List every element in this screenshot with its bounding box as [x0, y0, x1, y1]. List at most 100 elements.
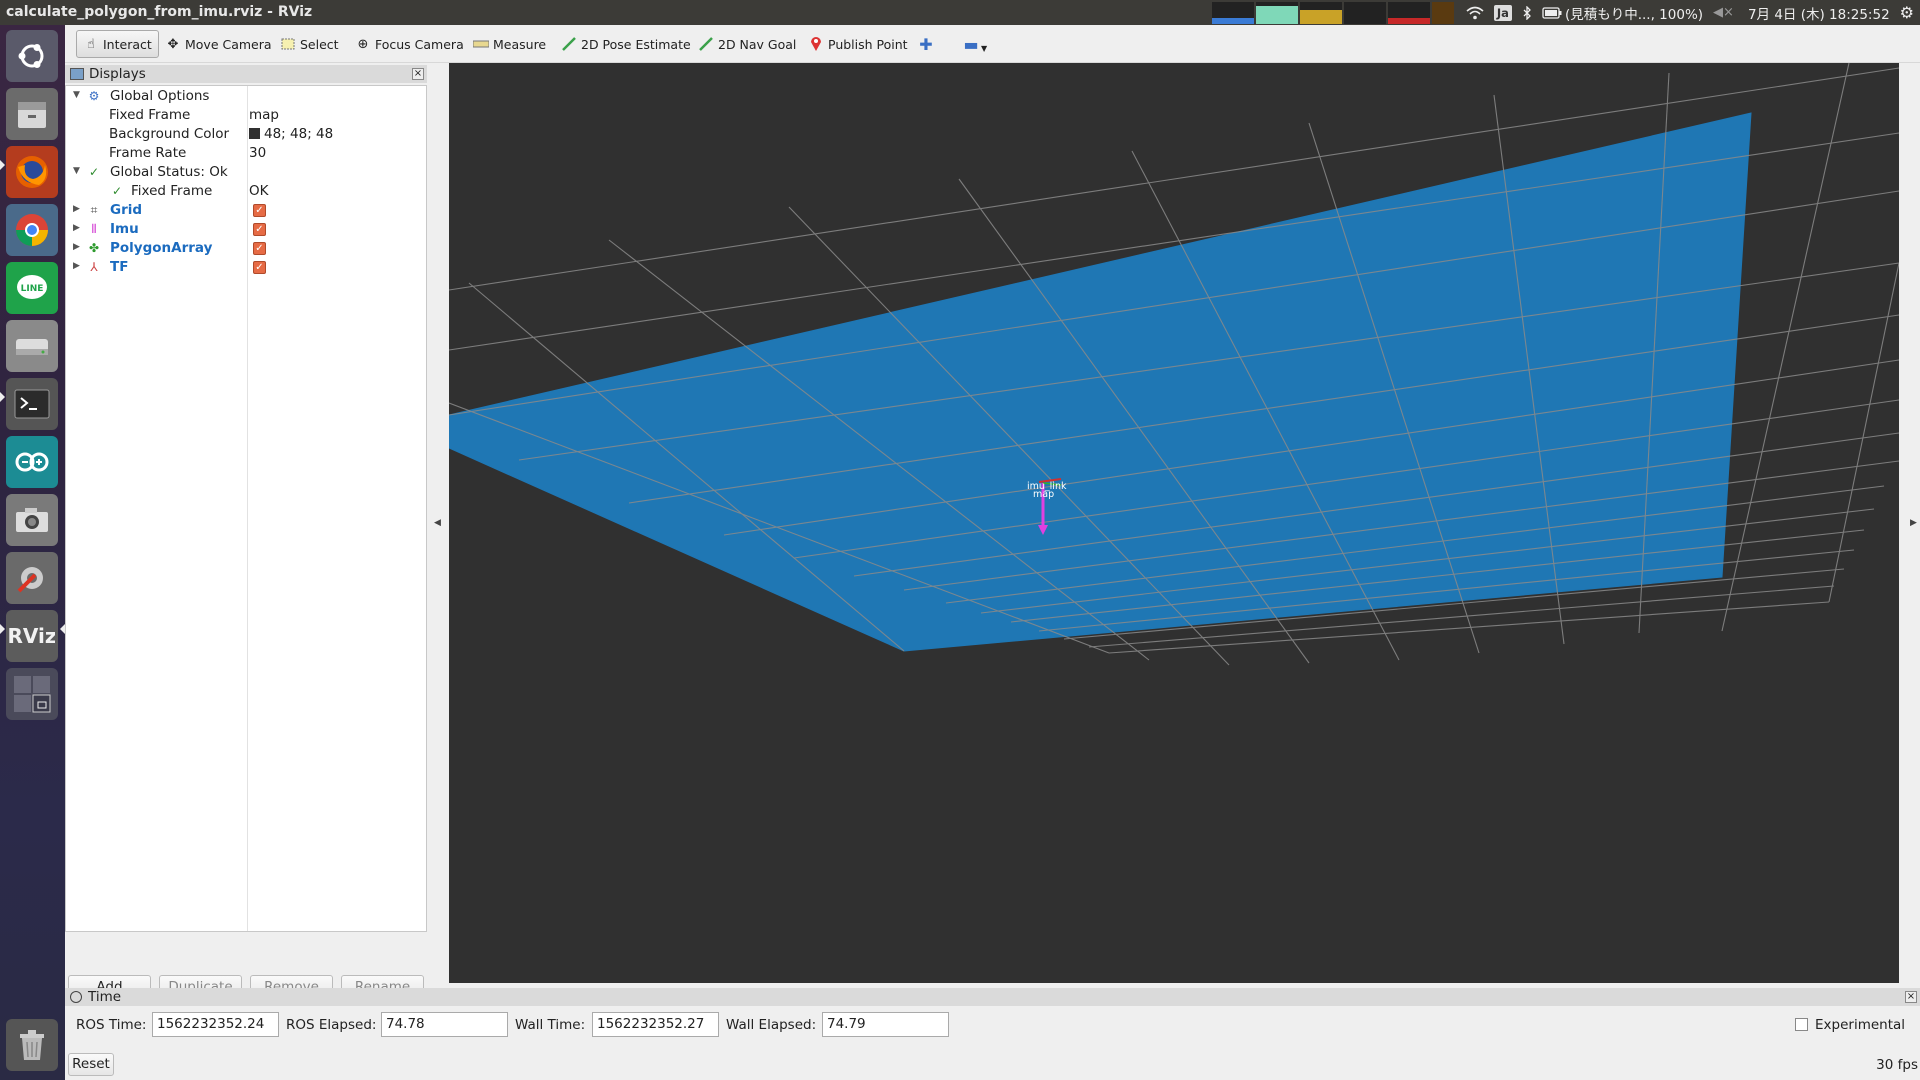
toolbar: ☝ Interact ✥ Move Camera Select ⊕ Focus Cam…	[65, 25, 1920, 63]
measure-tool-button[interactable]: Measure	[467, 30, 552, 58]
wifi-icon[interactable]	[1466, 6, 1484, 20]
tree-row-imu[interactable]: ▶ ⫴ Imu ✓	[66, 220, 426, 239]
displays-panel-header: Displays ×	[65, 65, 427, 83]
check-icon: ✓	[111, 184, 123, 198]
tree-row-global-options[interactable]: ▼ ⚙ Global Options	[66, 87, 426, 106]
clock-icon	[70, 991, 82, 1003]
ros-time-label: ROS Time:	[76, 1017, 147, 1033]
tree-row-status-fixed-frame[interactable]: ✓ Fixed Frame OK	[66, 182, 426, 201]
chrome-icon[interactable]	[6, 204, 58, 256]
volume-icon[interactable]: ◀×	[1713, 5, 1734, 20]
tree-row-tf[interactable]: ▶ ⅄ TF ✓	[66, 258, 426, 277]
enable-checkbox[interactable]: ✓	[253, 242, 266, 255]
time-panel: Time × ROS Time: 1562232352.24 ROS Elaps…	[65, 988, 1920, 1048]
files-icon[interactable]	[6, 88, 58, 140]
clock[interactable]: 7月 4日 (木) 18:25:52	[1748, 3, 1890, 23]
check-icon: ✓	[88, 165, 100, 179]
polygon-icon: ✤	[88, 241, 100, 255]
expand-arrow-icon[interactable]: ▶	[73, 204, 83, 214]
experimental-label: Experimental	[1815, 1017, 1906, 1033]
reset-button[interactable]: Reset	[68, 1053, 114, 1076]
running-indicator	[0, 392, 5, 402]
move-camera-tool-button[interactable]: ✥ Move Camera	[159, 30, 278, 58]
frame-rate-value[interactable]: 30	[249, 145, 266, 161]
monitor-icon	[70, 68, 84, 80]
top-panel: calculate_polygon_from_imu.rviz - RViz J…	[0, 0, 1920, 25]
memory-graph[interactable]	[1255, 1, 1298, 24]
background-color-value[interactable]: 48; 48; 48	[249, 126, 333, 142]
select-tool-button[interactable]: Select	[274, 30, 345, 58]
expand-arrow-icon[interactable]: ▼	[73, 166, 83, 176]
close-icon[interactable]: ×	[412, 68, 424, 80]
cpu-graph[interactable]	[1211, 1, 1254, 24]
wall-time-field[interactable]: 1562232352.27	[592, 1012, 719, 1037]
tree-row-background-color[interactable]: Background Color 48; 48; 48	[66, 125, 426, 144]
trash-icon[interactable]	[6, 1019, 58, 1071]
wall-elapsed-field[interactable]: 74.79	[822, 1012, 949, 1037]
gear-icon[interactable]: ⚙	[1900, 3, 1914, 22]
ros-elapsed-field[interactable]: 74.78	[381, 1012, 508, 1037]
color-swatch	[249, 128, 260, 139]
tree-row-grid[interactable]: ▶ ⌗ Grid ✓	[66, 201, 426, 220]
right-dock-splitter[interactable]: ▶	[1899, 63, 1920, 983]
2d-pose-estimate-tool-button[interactable]: 2D Pose Estimate	[555, 30, 697, 58]
add-tool-button[interactable]: ✚	[912, 30, 944, 58]
disk-icon[interactable]	[6, 320, 58, 372]
window-title: calculate_polygon_from_imu.rviz - RViz	[6, 4, 313, 20]
tree-row-fixed-frame[interactable]: Fixed Frame map	[66, 106, 426, 125]
minus-icon: ▬	[963, 34, 979, 54]
status-bar: Reset 30 fps	[65, 1050, 1920, 1080]
publish-point-tool-button[interactable]: Publish Point	[802, 30, 914, 58]
svg-text:LINE: LINE	[21, 284, 44, 294]
interact-tool-button[interactable]: ☝ Interact	[76, 30, 159, 58]
focus-camera-tool-button[interactable]: ⊕ Focus Camera	[349, 30, 470, 58]
tree-row-global-status[interactable]: ▼ ✓ Global Status: Ok	[66, 163, 426, 182]
firefox-icon[interactable]	[6, 146, 58, 198]
load-graph[interactable]	[1387, 1, 1430, 24]
disk-graph[interactable]	[1431, 1, 1454, 24]
polygon-plane	[449, 112, 1752, 652]
enable-checkbox[interactable]: ✓	[253, 204, 266, 217]
2d-nav-goal-tool-button[interactable]: 2D Nav Goal	[692, 30, 802, 58]
rviz-window: ☝ Interact ✥ Move Camera Select ⊕ Focus Cam…	[65, 25, 1920, 1080]
focus-camera-icon: ⊕	[357, 36, 369, 52]
enable-checkbox[interactable]: ✓	[253, 223, 266, 236]
workspace-switcher-icon[interactable]	[6, 668, 58, 720]
swap-graph[interactable]	[1343, 1, 1386, 24]
enable-checkbox[interactable]: ✓	[253, 261, 266, 274]
experimental-checkbox[interactable]	[1795, 1018, 1808, 1031]
bluetooth-icon[interactable]	[1522, 5, 1532, 20]
camera-icon[interactable]	[6, 494, 58, 546]
fixed-frame-value[interactable]: map	[249, 107, 279, 123]
system-settings-icon[interactable]	[6, 552, 58, 604]
tf-axes-icon: ⅄	[90, 260, 98, 274]
terminal-icon[interactable]	[6, 378, 58, 430]
3d-render-view[interactable]: imu_link map	[449, 63, 1899, 983]
move-camera-icon: ✥	[167, 36, 179, 52]
imu-icon: ⫴	[91, 222, 97, 236]
close-icon[interactable]: ×	[1905, 991, 1917, 1003]
input-method-indicator[interactable]: Ja	[1493, 4, 1512, 21]
ubuntu-dash-icon[interactable]	[6, 30, 58, 82]
system-tray: Ja (見積もり中..., 100%) ◀× 7月 4日 (木) 18:25:5…	[1211, 0, 1920, 25]
battery-indicator[interactable]: (見積もり中..., 100%)	[1542, 3, 1703, 23]
ros-time-field[interactable]: 1562232352.24	[152, 1012, 279, 1037]
expand-arrow-icon[interactable]: ▶	[73, 242, 83, 252]
expand-right-icon[interactable]: ▶	[1910, 518, 1917, 528]
expand-arrow-icon[interactable]: ▼	[73, 90, 83, 100]
collapse-left-icon[interactable]: ◀	[434, 518, 441, 528]
ros-elapsed-label: ROS Elapsed:	[286, 1017, 377, 1033]
tree-row-polygonarray[interactable]: ▶ ✤ PolygonArray ✓	[66, 239, 426, 258]
line-icon[interactable]: LINE	[6, 262, 58, 314]
running-indicator	[0, 624, 5, 634]
tree-row-frame-rate[interactable]: Frame Rate 30	[66, 144, 426, 163]
network-graph[interactable]	[1299, 1, 1342, 24]
expand-arrow-icon[interactable]: ▶	[73, 223, 83, 233]
remove-tool-button[interactable]: ▬ ▼	[957, 30, 993, 58]
plus-icon: ✚	[919, 34, 933, 54]
expand-arrow-icon[interactable]: ▶	[73, 261, 83, 271]
rviz-icon[interactable]: RViz	[6, 610, 58, 662]
arduino-icon[interactable]	[6, 436, 58, 488]
left-dock-splitter[interactable]: ◀	[427, 63, 449, 983]
frame-label-map: map	[1033, 489, 1054, 500]
